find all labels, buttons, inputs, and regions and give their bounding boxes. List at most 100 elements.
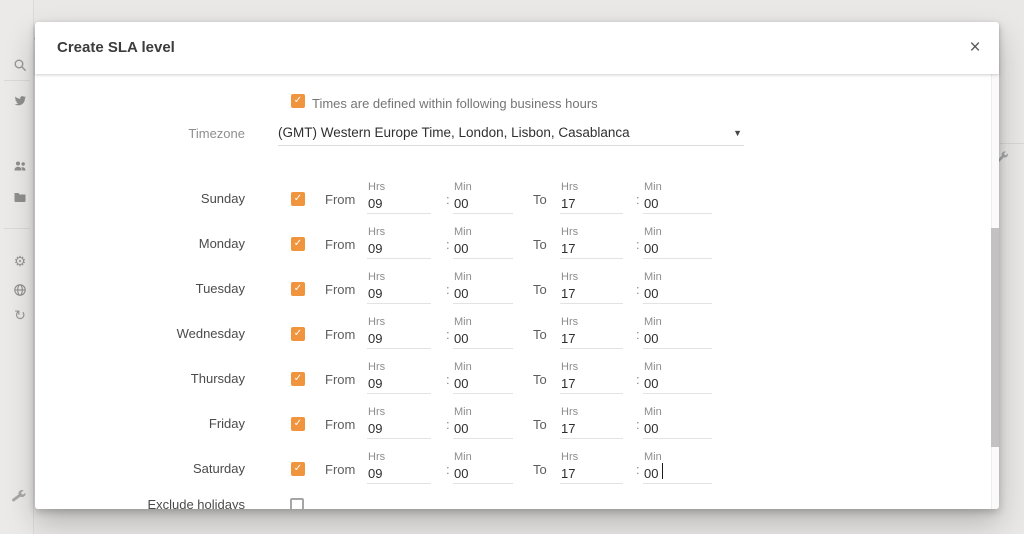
scrollbar-track[interactable] <box>991 74 999 509</box>
time-colon: : <box>446 192 450 207</box>
day-label: Thursday <box>95 371 245 386</box>
from-minutes-input[interactable] <box>453 284 513 302</box>
refresh-icon: ↻ <box>13 308 27 322</box>
to-minutes-input[interactable] <box>643 329 712 347</box>
wrench-icon <box>9 487 28 510</box>
from-label: From <box>325 192 355 207</box>
min-caption: Min <box>644 271 662 283</box>
min-caption: Min <box>454 226 472 238</box>
day-row: Thursday ✓ From Hrs : Min To Hrs : Min <box>35 358 999 403</box>
from-hours-input[interactable] <box>367 284 431 302</box>
dialog-body: ✓ Times are defined within following bus… <box>35 74 999 509</box>
to-hours-input[interactable] <box>560 464 623 482</box>
business-hours-checkbox[interactable]: ✓ <box>291 94 305 108</box>
day-row: Friday ✓ From Hrs : Min To Hrs : Min <box>35 403 999 448</box>
day-enabled-checkbox[interactable]: ✓ <box>291 192 305 206</box>
from-minutes-input[interactable] <box>453 374 513 392</box>
to-minutes-input[interactable] <box>643 239 712 257</box>
min-caption: Min <box>454 451 472 463</box>
hrs-caption: Hrs <box>561 361 578 373</box>
to-hours-input[interactable] <box>560 284 623 302</box>
people-icon <box>13 159 27 173</box>
time-colon: : <box>446 372 450 387</box>
from-minutes-field: Min <box>453 268 513 304</box>
to-label: To <box>533 462 547 477</box>
checkmark-icon: ✓ <box>294 193 302 204</box>
to-hours-input[interactable] <box>560 419 623 437</box>
from-minutes-input[interactable] <box>453 419 513 437</box>
time-colon: : <box>446 237 450 252</box>
scrollbar-thumb[interactable] <box>991 228 999 447</box>
hrs-caption: Hrs <box>368 316 385 328</box>
time-colon: : <box>446 282 450 297</box>
to-label: To <box>533 372 547 387</box>
checkmark-icon: ✓ <box>294 283 302 294</box>
to-hours-input[interactable] <box>560 329 623 347</box>
hrs-caption: Hrs <box>368 361 385 373</box>
day-enabled-checkbox[interactable]: ✓ <box>291 327 305 341</box>
day-enabled-checkbox[interactable]: ✓ <box>291 417 305 431</box>
day-enabled-checkbox[interactable]: ✓ <box>291 282 305 296</box>
to-hours-input[interactable] <box>560 239 623 257</box>
from-minutes-input[interactable] <box>453 194 513 212</box>
hrs-caption: Hrs <box>561 181 578 193</box>
dropdown-arrow-icon: ▼ <box>733 128 742 138</box>
day-rows: Sunday ✓ From Hrs : Min To Hrs : Min Mon… <box>35 178 999 493</box>
exclude-holidays-checkbox[interactable] <box>290 498 304 509</box>
from-minutes-input[interactable] <box>453 239 513 257</box>
from-minutes-field: Min <box>453 313 513 349</box>
from-hours-input[interactable] <box>367 329 431 347</box>
min-caption: Min <box>644 226 662 238</box>
hrs-caption: Hrs <box>368 226 385 238</box>
from-label: From <box>325 372 355 387</box>
to-hours-input[interactable] <box>560 194 623 212</box>
min-caption: Min <box>644 361 662 373</box>
day-row: Monday ✓ From Hrs : Min To Hrs : Min <box>35 223 999 268</box>
to-hours-field: Hrs <box>560 403 623 439</box>
from-hours-input[interactable] <box>367 419 431 437</box>
to-hours-input[interactable] <box>560 374 623 392</box>
to-minutes-input[interactable] <box>643 419 712 437</box>
from-minutes-input[interactable] <box>453 464 513 482</box>
close-icon[interactable]: × <box>963 36 987 60</box>
hrs-caption: Hrs <box>561 316 578 328</box>
day-enabled-checkbox[interactable]: ✓ <box>291 462 305 476</box>
checkmark-icon: ✓ <box>294 418 302 429</box>
to-minutes-input[interactable] <box>643 374 712 392</box>
hrs-caption: Hrs <box>368 451 385 463</box>
from-label: From <box>325 282 355 297</box>
timezone-selected-value: (GMT) Western Europe Time, London, Lisbo… <box>278 125 630 140</box>
day-label: Wednesday <box>95 326 245 341</box>
day-enabled-checkbox[interactable]: ✓ <box>291 372 305 386</box>
time-colon: : <box>446 327 450 342</box>
to-minutes-input[interactable] <box>643 284 712 302</box>
from-hours-input[interactable] <box>367 194 431 212</box>
min-caption: Min <box>644 316 662 328</box>
hrs-caption: Hrs <box>561 406 578 418</box>
hrs-caption: Hrs <box>561 226 578 238</box>
to-hours-field: Hrs <box>560 313 623 349</box>
checkmark-icon: ✓ <box>294 328 302 339</box>
from-minutes-field: Min <box>453 403 513 439</box>
from-hours-input[interactable] <box>367 464 431 482</box>
day-label: Sunday <box>95 191 245 206</box>
time-colon: : <box>636 192 640 207</box>
day-label: Monday <box>95 236 245 251</box>
to-minutes-field: Min <box>643 403 712 439</box>
from-hours-field: Hrs <box>367 448 431 484</box>
to-hours-field: Hrs <box>560 223 623 259</box>
to-minutes-input[interactable] <box>643 464 712 482</box>
text-caret <box>662 463 663 479</box>
to-minutes-input[interactable] <box>643 194 712 212</box>
bird-icon <box>13 94 27 108</box>
to-minutes-field: Min <box>643 358 712 394</box>
min-caption: Min <box>644 406 662 418</box>
from-minutes-input[interactable] <box>453 329 513 347</box>
to-label: To <box>533 417 547 432</box>
timezone-select[interactable]: (GMT) Western Europe Time, London, Lisbo… <box>278 120 744 146</box>
day-enabled-checkbox[interactable]: ✓ <box>291 237 305 251</box>
from-minutes-field: Min <box>453 178 513 214</box>
from-hours-input[interactable] <box>367 374 431 392</box>
day-label: Saturday <box>95 461 245 476</box>
from-hours-input[interactable] <box>367 239 431 257</box>
